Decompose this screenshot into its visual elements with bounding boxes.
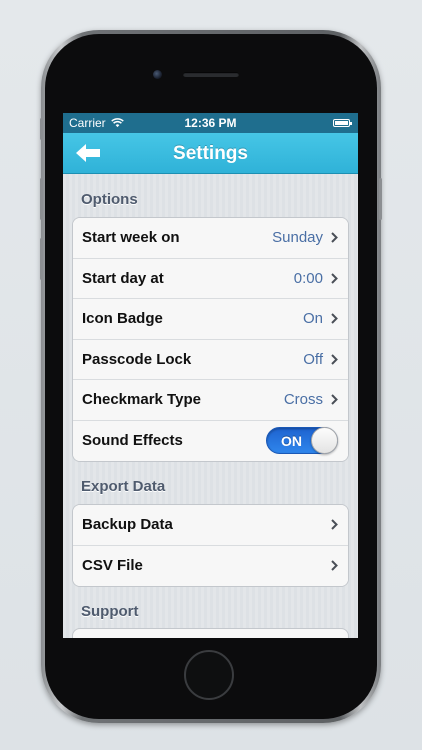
- chevron-right-icon: [331, 273, 338, 284]
- options-group: Start week on Sunday Start day at 0:00 I…: [72, 217, 349, 462]
- row-label: Passcode Lock: [82, 350, 192, 368]
- row-label: Start week on: [82, 229, 180, 247]
- sound-effects-toggle[interactable]: ON: [266, 427, 338, 455]
- row-value: On: [302, 310, 323, 328]
- row-label: Backup Data: [82, 516, 173, 534]
- chevron-right-icon: [331, 313, 338, 324]
- row-label: CSV File: [82, 557, 143, 575]
- row-label: Checkmark Type: [82, 391, 201, 409]
- home-button[interactable]: [184, 650, 234, 700]
- status-time: 12:36 PM: [184, 116, 237, 130]
- screen: Carrier 12:36 PM Settings Options Start …: [63, 113, 358, 638]
- toggle-knob: [311, 427, 338, 455]
- mute-switch: [40, 118, 43, 140]
- section-header-options: Options: [81, 191, 138, 208]
- section-header-export: Export Data: [81, 478, 166, 495]
- row-label: Sound Effects: [82, 432, 183, 450]
- row-csv-file[interactable]: CSV File: [73, 545, 348, 586]
- settings-list[interactable]: Options Start week on Sunday Start day a…: [63, 174, 358, 638]
- row-value: Cross: [283, 391, 323, 409]
- chevron-right-icon: [331, 354, 338, 365]
- row-value: Sunday: [272, 229, 323, 247]
- earpiece-speaker: [183, 72, 239, 77]
- row-label: Icon Badge: [82, 310, 163, 328]
- row-start-day-at[interactable]: Start day at 0:00: [73, 258, 348, 299]
- power-button: [379, 178, 382, 220]
- support-group: [72, 628, 349, 638]
- chevron-right-icon: [331, 560, 338, 571]
- row-checkmark-type[interactable]: Checkmark Type Cross: [73, 380, 348, 421]
- row-value: Off: [303, 350, 323, 368]
- row-backup-data[interactable]: Backup Data: [73, 505, 348, 546]
- battery-icon: [333, 119, 352, 127]
- front-camera: [153, 70, 162, 79]
- chevron-right-icon: [331, 232, 338, 243]
- status-bar: Carrier 12:36 PM: [63, 113, 358, 133]
- page-title: Settings: [173, 143, 248, 164]
- toggle-state-label: ON: [281, 433, 302, 450]
- chevron-right-icon: [331, 519, 338, 530]
- chevron-right-icon: [331, 394, 338, 405]
- volume-up-button: [40, 178, 43, 220]
- row-value: 0:00: [293, 269, 323, 287]
- row-passcode-lock[interactable]: Passcode Lock Off: [73, 339, 348, 380]
- row-sound-effects: Sound Effects ON: [73, 420, 348, 461]
- volume-down-button: [40, 238, 43, 280]
- nav-bar: Settings: [63, 133, 358, 174]
- row-label: Start day at: [82, 269, 164, 287]
- row-icon-badge[interactable]: Icon Badge On: [73, 299, 348, 340]
- row-start-week-on[interactable]: Start week on Sunday: [73, 218, 348, 259]
- export-group: Backup Data CSV File: [72, 504, 349, 587]
- section-header-support: Support: [81, 603, 139, 620]
